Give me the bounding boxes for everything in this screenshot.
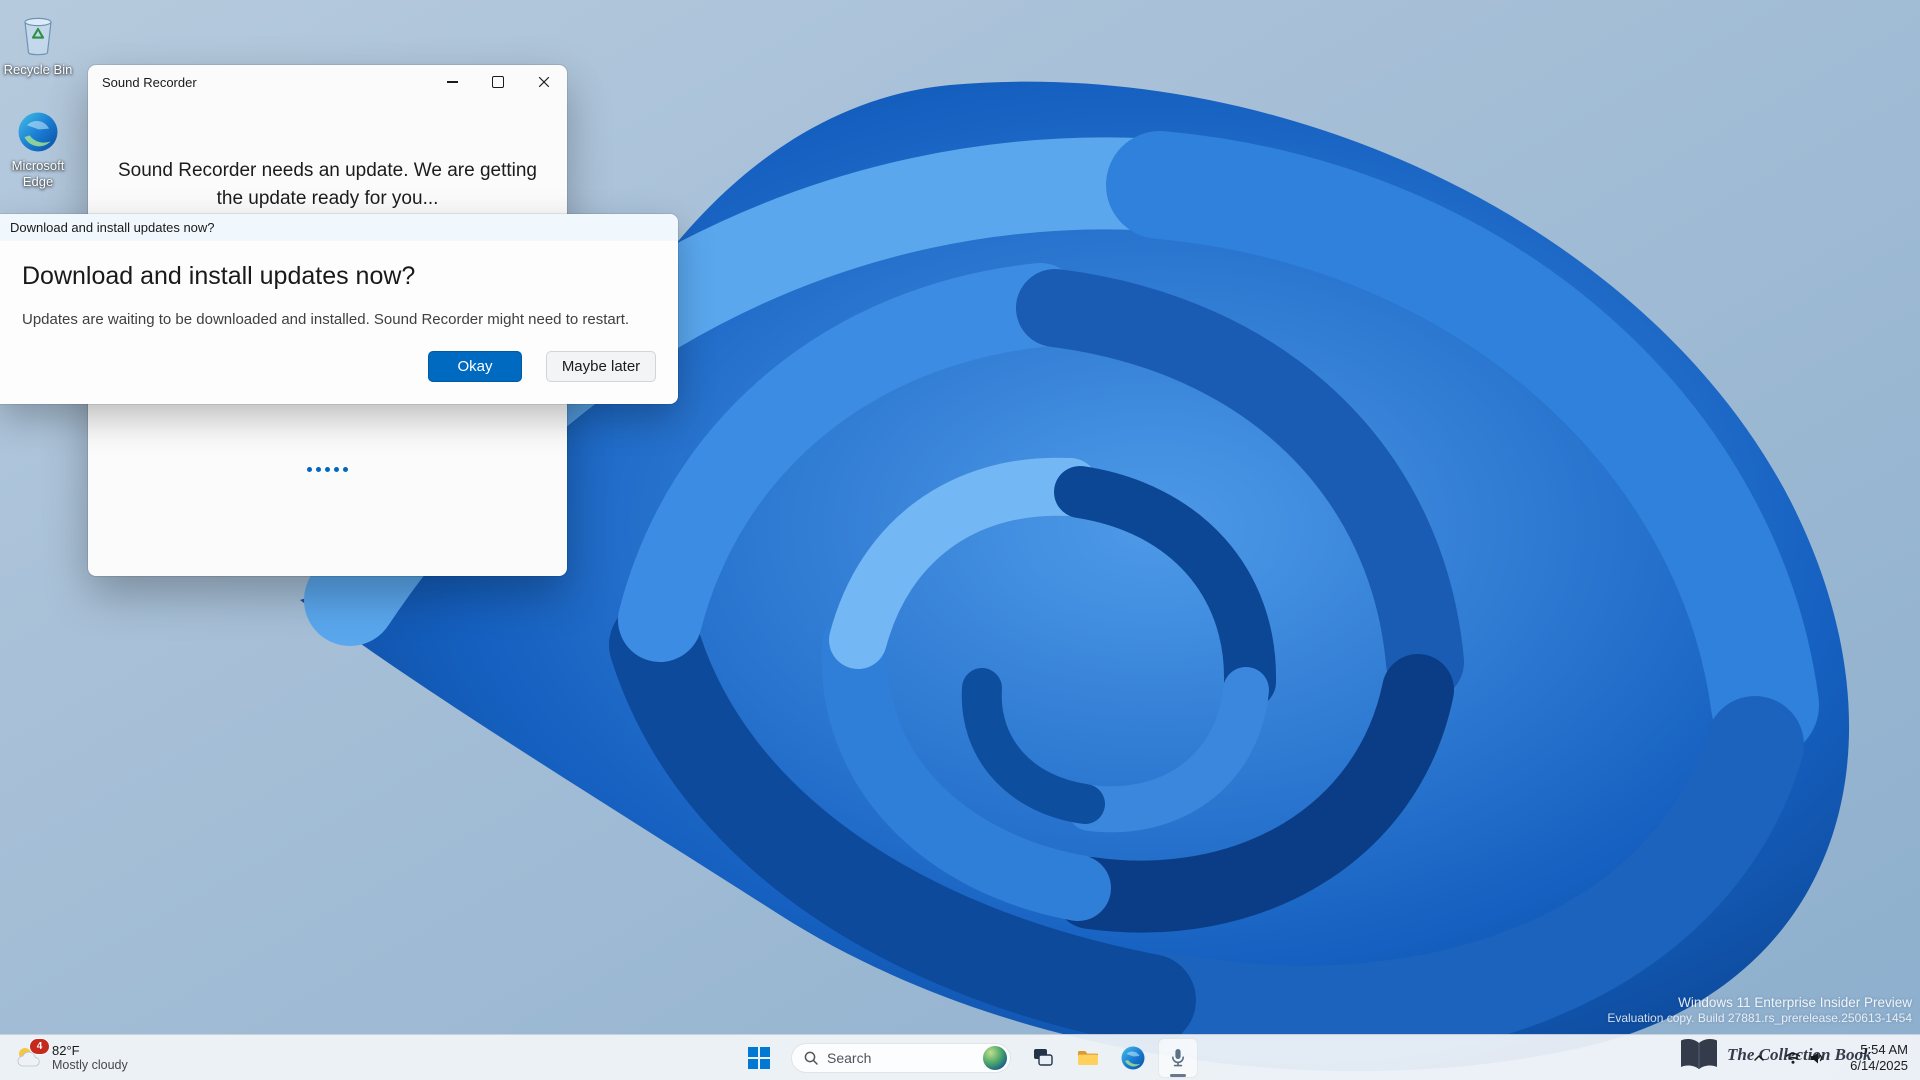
loading-dots bbox=[88, 467, 567, 472]
okay-button[interactable]: Okay bbox=[428, 351, 522, 382]
widgets-notification-badge: 4 bbox=[30, 1039, 49, 1054]
maximize-button[interactable] bbox=[475, 65, 521, 99]
file-explorer-icon bbox=[1078, 1051, 1098, 1065]
update-dialog: Download and install updates now? Downlo… bbox=[0, 214, 678, 404]
clock-button[interactable]: 5:54 AM 6/14/2025 bbox=[1844, 1040, 1914, 1077]
dialog-buttons: Okay Maybe later bbox=[428, 351, 656, 382]
evaluation-watermark: Windows 11 Enterprise Insider Preview Ev… bbox=[1607, 995, 1912, 1026]
clock-time: 5:54 AM bbox=[1860, 1041, 1908, 1057]
widgets-weather-button[interactable]: 4 82°F Mostly cloudy bbox=[4, 1035, 138, 1080]
edge-icon bbox=[1121, 1046, 1145, 1070]
task-view-button[interactable] bbox=[1023, 1038, 1063, 1078]
watermark-line2: Evaluation copy. Build 27881.rs_prerelea… bbox=[1607, 1011, 1912, 1025]
active-app-indicator bbox=[1170, 1074, 1186, 1077]
minimize-icon bbox=[446, 81, 458, 83]
dialog-titlebar: Download and install updates now? bbox=[0, 214, 678, 241]
desktop-icon-recycle-bin[interactable]: Recycle Bin bbox=[0, 12, 80, 78]
file-explorer-button[interactable] bbox=[1068, 1038, 1108, 1078]
microphone-icon bbox=[1172, 1049, 1184, 1067]
recycle-bin-icon bbox=[24, 17, 52, 56]
desktop-icon-microsoft-edge[interactable]: Microsoft Edge bbox=[0, 110, 80, 190]
minimize-button[interactable] bbox=[429, 65, 475, 99]
taskbar: 4 82°F Mostly cloudy Search 5:54 AM 6/14… bbox=[0, 1034, 1920, 1080]
start-button[interactable] bbox=[739, 1038, 779, 1078]
maybe-later-button[interactable]: Maybe later bbox=[546, 351, 656, 382]
sound-recorder-button[interactable] bbox=[1158, 1038, 1198, 1078]
desktop-icon-label: Recycle Bin bbox=[3, 62, 73, 77]
desktop: Recycle Bin Microsoft Edge Sound Recorde… bbox=[0, 0, 1920, 1080]
update-message: Sound Recorder needs an update. We are g… bbox=[118, 160, 537, 209]
search-placeholder: Search bbox=[827, 1050, 872, 1066]
weather-condition: Mostly cloudy bbox=[52, 1058, 128, 1073]
dialog-heading: Download and install updates now? bbox=[22, 262, 416, 290]
close-icon bbox=[538, 76, 550, 88]
windows-logo-icon bbox=[748, 1047, 770, 1069]
maximize-icon bbox=[492, 76, 504, 88]
window-controls bbox=[429, 65, 567, 99]
search-box[interactable]: Search bbox=[791, 1043, 1011, 1073]
desktop-icon-label: Microsoft Edge bbox=[11, 158, 65, 189]
task-view-icon bbox=[1034, 1049, 1053, 1066]
quick-settings-button[interactable] bbox=[1778, 1044, 1832, 1072]
dialog-titlebar-text: Download and install updates now? bbox=[10, 220, 215, 235]
weather-icon-wrap: 4 bbox=[14, 1039, 49, 1073]
window-title: Sound Recorder bbox=[102, 74, 197, 90]
edge-icon bbox=[18, 112, 58, 152]
window-titlebar[interactable]: Sound Recorder bbox=[88, 65, 567, 99]
dialog-body-text: Updates are waiting to be downloaded and… bbox=[22, 311, 630, 328]
watermark-line1: Windows 11 Enterprise Insider Preview bbox=[1678, 995, 1912, 1010]
search-highlight-thumbnail bbox=[983, 1046, 1007, 1070]
microsoft-edge-button[interactable] bbox=[1113, 1038, 1153, 1078]
tray-overflow-button[interactable] bbox=[1746, 1046, 1772, 1070]
search-icon bbox=[804, 1051, 818, 1065]
weather-temperature: 82°F bbox=[52, 1042, 80, 1058]
chevron-up-icon bbox=[1754, 1055, 1764, 1061]
weather-text: 82°F Mostly cloudy bbox=[52, 1043, 128, 1073]
close-button[interactable] bbox=[521, 65, 567, 99]
taskbar-app-icons bbox=[1023, 1038, 1198, 1078]
taskbar-center-group: Search bbox=[739, 1035, 1198, 1080]
volume-icon bbox=[1811, 1052, 1823, 1064]
wifi-icon bbox=[1785, 1052, 1801, 1064]
system-tray: 5:54 AM 6/14/2025 bbox=[1746, 1035, 1914, 1080]
clock-date: 6/14/2025 bbox=[1850, 1058, 1908, 1073]
